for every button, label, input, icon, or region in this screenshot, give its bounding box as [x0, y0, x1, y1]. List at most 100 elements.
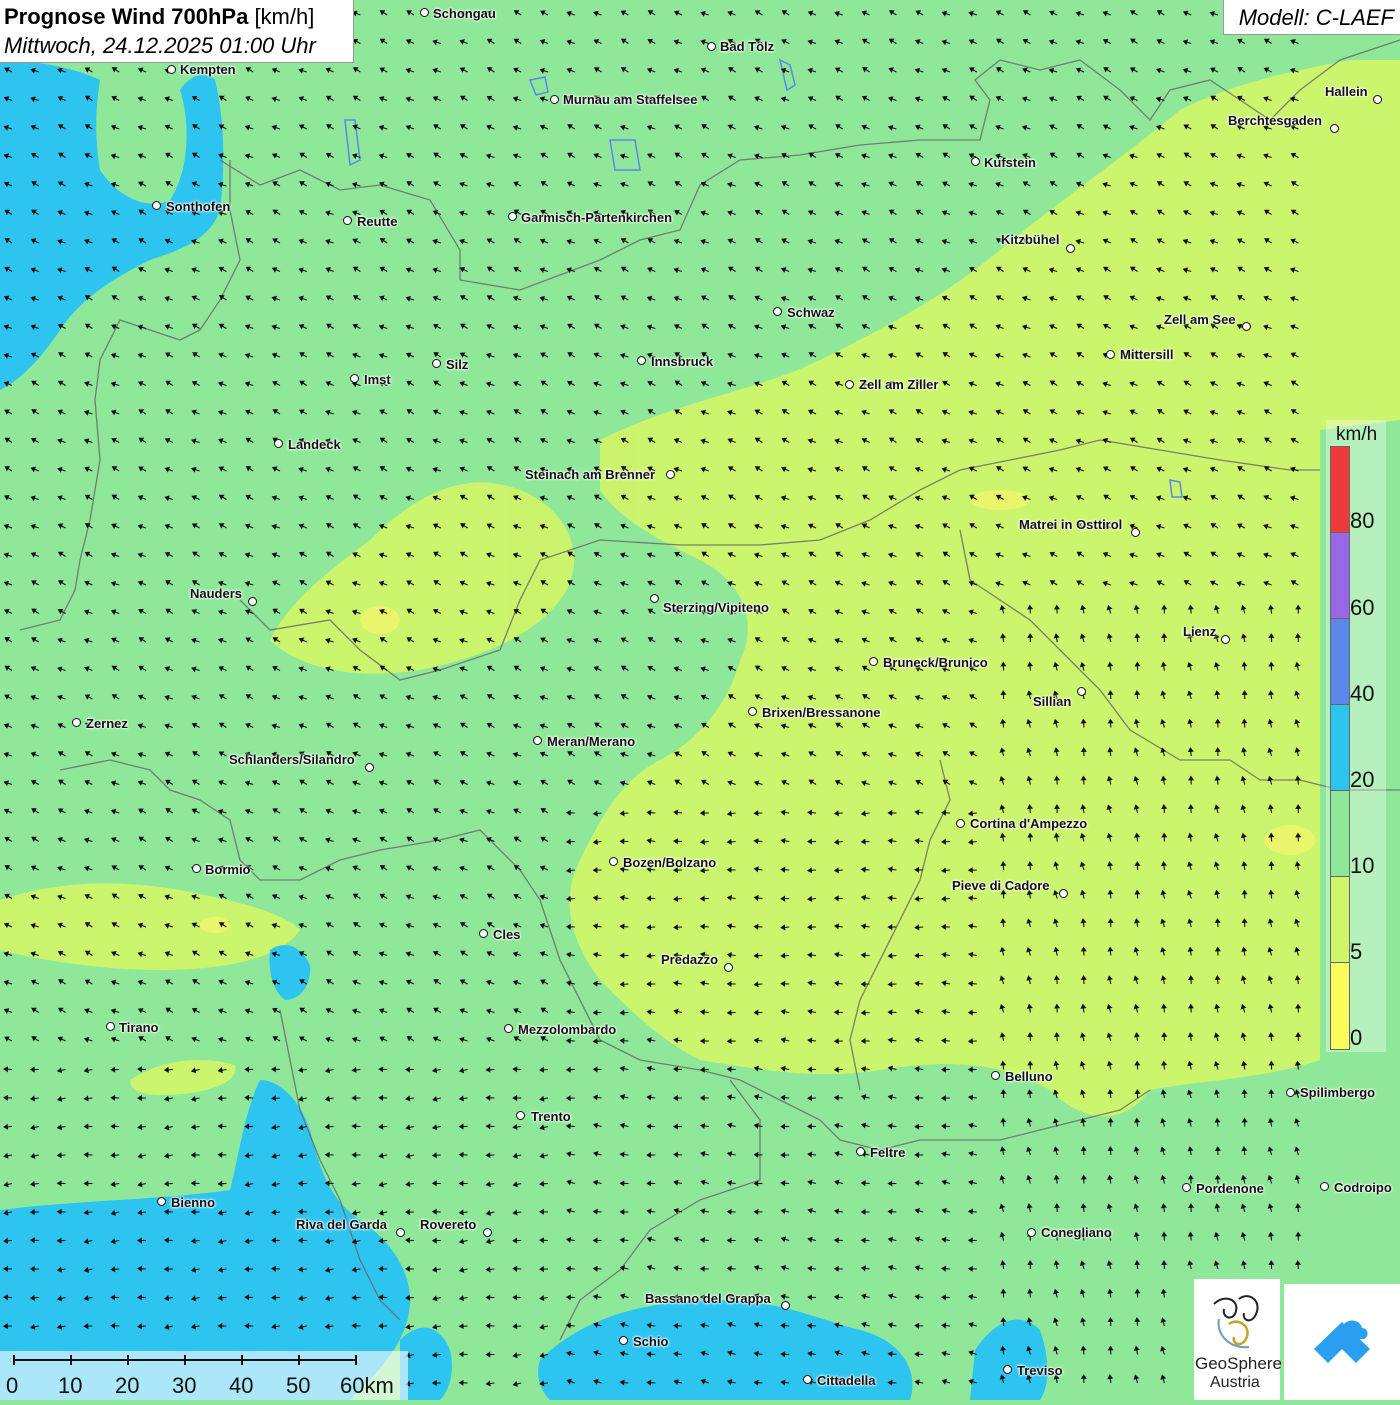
- city-marker[interactable]: [1221, 635, 1230, 644]
- city-label[interactable]: Predazzo: [661, 952, 718, 967]
- city-label[interactable]: Zell am See: [1164, 312, 1236, 327]
- city-marker[interactable]: [483, 1228, 492, 1237]
- city-label[interactable]: Brixen/Bressanone: [762, 705, 881, 720]
- city-label[interactable]: Schio: [633, 1334, 668, 1349]
- city-label[interactable]: Riva del Garda: [296, 1217, 387, 1232]
- city-marker[interactable]: [1059, 889, 1068, 898]
- city-marker[interactable]: [773, 307, 782, 316]
- city-marker[interactable]: [516, 1111, 525, 1120]
- city-label[interactable]: Pieve di Cadore: [952, 878, 1050, 893]
- city-marker[interactable]: [707, 42, 716, 51]
- city-marker[interactable]: [157, 1197, 166, 1206]
- city-marker[interactable]: [479, 929, 488, 938]
- city-label[interactable]: Meran/Merano: [547, 734, 635, 749]
- city-label[interactable]: Kitzbühel: [1001, 232, 1060, 247]
- city-label[interactable]: Bruneck/Brunico: [883, 655, 988, 670]
- city-marker[interactable]: [1131, 528, 1140, 537]
- city-marker[interactable]: [845, 380, 854, 389]
- city-label[interactable]: Cittadella: [817, 1373, 876, 1388]
- city-marker[interactable]: [724, 963, 733, 972]
- city-label[interactable]: Belluno: [1005, 1069, 1053, 1084]
- city-marker[interactable]: [869, 657, 878, 666]
- city-marker[interactable]: [637, 356, 646, 365]
- city-label[interactable]: Schwaz: [787, 305, 835, 320]
- city-label[interactable]: Bad Tölz: [720, 39, 774, 54]
- city-label[interactable]: Trento: [531, 1109, 571, 1124]
- city-marker[interactable]: [1330, 124, 1339, 133]
- city-marker[interactable]: [781, 1301, 790, 1310]
- city-label[interactable]: Mezzolombardo: [518, 1022, 616, 1037]
- city-marker[interactable]: [1106, 350, 1115, 359]
- city-marker[interactable]: [1242, 322, 1251, 331]
- city-marker[interactable]: [343, 216, 352, 225]
- city-label[interactable]: Berchtesgaden: [1228, 113, 1322, 128]
- city-label[interactable]: Bozen/Bolzano: [623, 855, 716, 870]
- city-label[interactable]: Spilimbergo: [1300, 1085, 1375, 1100]
- city-label[interactable]: Kufstein: [984, 155, 1036, 170]
- city-label[interactable]: Bormio: [205, 862, 251, 877]
- city-marker[interactable]: [803, 1375, 812, 1384]
- city-label[interactable]: Zernez: [86, 716, 128, 731]
- city-marker[interactable]: [971, 157, 980, 166]
- city-marker[interactable]: [1373, 95, 1382, 104]
- city-marker[interactable]: [152, 201, 161, 210]
- city-label[interactable]: Kempten: [180, 62, 236, 77]
- city-label[interactable]: Rovereto: [420, 1217, 476, 1232]
- city-label[interactable]: Bassano del Grappa: [645, 1291, 771, 1306]
- city-label[interactable]: Codroipo: [1334, 1180, 1392, 1195]
- city-marker[interactable]: [748, 707, 757, 716]
- city-label[interactable]: Cles: [493, 927, 520, 942]
- city-marker[interactable]: [1066, 244, 1075, 253]
- city-marker[interactable]: [533, 736, 542, 745]
- city-marker[interactable]: [856, 1147, 865, 1156]
- city-label[interactable]: Imst: [364, 372, 391, 387]
- city-label[interactable]: Feltre: [870, 1145, 905, 1160]
- city-marker[interactable]: [504, 1024, 513, 1033]
- city-marker[interactable]: [1027, 1228, 1036, 1237]
- city-label[interactable]: Hallein: [1325, 84, 1368, 99]
- city-marker[interactable]: [1182, 1183, 1191, 1192]
- city-label[interactable]: Pordenone: [1196, 1181, 1264, 1196]
- city-label[interactable]: Matrei in Osttirol: [1019, 517, 1122, 532]
- city-label[interactable]: Sillian: [1033, 694, 1071, 709]
- city-label[interactable]: Conegliano: [1041, 1225, 1112, 1240]
- city-marker[interactable]: [350, 374, 359, 383]
- city-label[interactable]: Landeck: [288, 437, 341, 452]
- city-label[interactable]: Lienz: [1183, 624, 1216, 639]
- city-label[interactable]: Treviso: [1017, 1363, 1063, 1378]
- city-label[interactable]: Sonthofen: [166, 199, 230, 214]
- city-label[interactable]: Innsbruck: [651, 354, 713, 369]
- city-marker[interactable]: [1003, 1365, 1012, 1374]
- city-marker[interactable]: [609, 857, 618, 866]
- city-marker[interactable]: [192, 864, 201, 873]
- city-marker[interactable]: [956, 819, 965, 828]
- city-label[interactable]: Zell am Ziller: [859, 377, 938, 392]
- city-label[interactable]: Schlanders/Silandro: [229, 752, 355, 767]
- city-marker[interactable]: [508, 212, 517, 221]
- city-marker[interactable]: [650, 594, 659, 603]
- city-marker[interactable]: [365, 763, 374, 772]
- city-marker[interactable]: [396, 1228, 405, 1237]
- city-marker[interactable]: [1077, 687, 1086, 696]
- city-label[interactable]: Schongau: [433, 6, 496, 21]
- city-label[interactable]: Nauders: [190, 586, 242, 601]
- city-label[interactable]: Steinach am Brenner: [525, 467, 655, 482]
- geosphere-logo[interactable]: GeoSphere Austria: [1194, 1279, 1280, 1400]
- city-label[interactable]: Cortina d'Ampezzo: [970, 816, 1087, 831]
- city-label[interactable]: Garmisch-Partenkirchen: [521, 210, 672, 225]
- city-marker[interactable]: [1286, 1088, 1295, 1097]
- city-marker[interactable]: [432, 359, 441, 368]
- city-marker[interactable]: [991, 1071, 1000, 1080]
- city-marker[interactable]: [274, 439, 283, 448]
- city-marker[interactable]: [666, 470, 675, 479]
- city-marker[interactable]: [1320, 1182, 1329, 1191]
- city-marker[interactable]: [72, 718, 81, 727]
- city-label[interactable]: Murnau am Staffelsee: [563, 92, 697, 107]
- city-marker[interactable]: [619, 1336, 628, 1345]
- city-marker[interactable]: [167, 65, 176, 74]
- city-marker[interactable]: [550, 95, 559, 104]
- city-label[interactable]: Silz: [446, 357, 468, 372]
- city-marker[interactable]: [106, 1022, 115, 1031]
- city-label[interactable]: Tirano: [119, 1020, 159, 1035]
- app-logo[interactable]: [1284, 1284, 1400, 1400]
